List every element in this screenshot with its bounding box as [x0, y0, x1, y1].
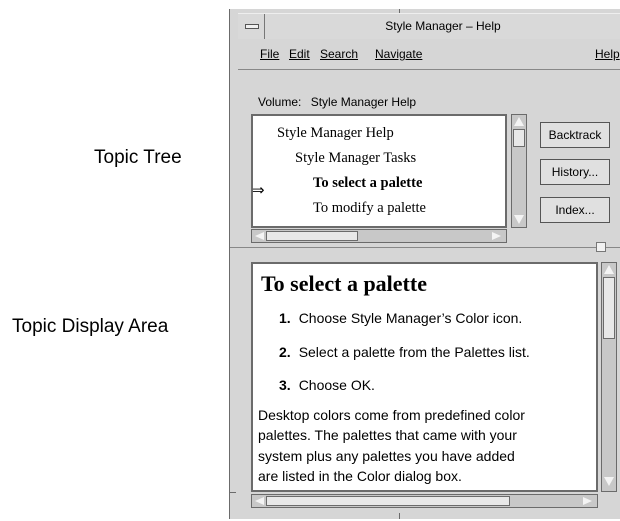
tree-item-style-manager-help[interactable]: Style Manager Help — [277, 125, 394, 142]
triangle-right-icon[interactable] — [583, 497, 592, 505]
help-window: Style Manager – Help File Edit Search Na… — [229, 9, 620, 519]
backtrack-button[interactable]: Backtrack — [540, 122, 610, 148]
step-text: Select a palette from the Palettes list. — [298, 344, 530, 360]
tree-item-to-select-a-palette[interactable]: To select a palette — [313, 175, 422, 192]
step-item: 3. Choose OK. — [279, 377, 375, 393]
paragraph-line: Desktop colors come from predefined colo… — [258, 407, 525, 423]
triangle-down-icon[interactable] — [514, 215, 524, 224]
menu-bar: File Edit Search Navigate Help — [238, 39, 620, 70]
tree-horizontal-thumb[interactable] — [266, 231, 358, 241]
topic-tree[interactable]: Style Manager Help Style Manager Tasks T… — [251, 114, 507, 228]
display-vertical-scrollbar[interactable] — [601, 262, 617, 492]
paragraph-line: palettes. The palettes that came with yo… — [258, 427, 517, 443]
step-text: Choose Style Manager’s Color icon. — [298, 310, 523, 326]
frame-resize-tick[interactable] — [399, 513, 400, 519]
menu-edit[interactable]: Edit — [289, 47, 310, 61]
index-button[interactable]: Index... — [540, 197, 610, 223]
window-title: Style Manager – Help — [385, 19, 501, 33]
title-bar[interactable]: Style Manager – Help — [238, 13, 620, 40]
menu-file[interactable]: File — [260, 47, 279, 61]
volume-label: Volume: — [258, 95, 302, 109]
menu-search[interactable]: Search — [320, 47, 358, 61]
volume-name: Style Manager Help — [310, 95, 417, 109]
display-vertical-thumb[interactable] — [603, 277, 615, 339]
paragraph-line: are listed in the Color dialog box. — [258, 468, 462, 484]
step-number: 1. — [279, 310, 291, 326]
menu-help[interactable]: Help — [595, 47, 620, 61]
triangle-left-icon[interactable] — [255, 232, 264, 240]
step-item: 2. Select a palette from the Palettes lis… — [279, 344, 530, 360]
topic-tree-callout: Topic Tree — [94, 147, 182, 168]
volume-line: Volume: Style Manager Help — [258, 95, 416, 109]
triangle-right-icon[interactable] — [492, 232, 501, 240]
triangle-down-icon[interactable] — [604, 477, 614, 486]
tree-vertical-scrollbar[interactable] — [511, 114, 527, 228]
menu-navigate[interactable]: Navigate — [375, 47, 422, 61]
tree-item-to-modify-a-palette[interactable]: To modify a palette — [313, 200, 426, 217]
topic-title: To select a palette — [261, 271, 427, 296]
step-text: Choose OK. — [298, 377, 375, 393]
tree-horizontal-scrollbar[interactable] — [251, 229, 507, 243]
window-menu-icon[interactable] — [238, 14, 265, 39]
step-item: 1. Choose Style Manager’s Color icon. — [279, 310, 522, 326]
triangle-up-icon[interactable] — [604, 265, 614, 274]
arrow-right-icon: ⇒ — [252, 181, 265, 199]
tree-item-style-manager-tasks[interactable]: Style Manager Tasks — [295, 150, 416, 167]
step-number: 3. — [279, 377, 291, 393]
paragraph-line: system plus any palettes you have added — [258, 448, 515, 464]
display-horizontal-scrollbar[interactable] — [251, 494, 598, 508]
frame-resize-tick[interactable] — [230, 492, 236, 493]
topic-display-area[interactable]: To select a palette 1. Choose Style Manag… — [251, 262, 598, 492]
history-button[interactable]: History... — [540, 159, 610, 185]
triangle-up-icon[interactable] — [514, 117, 524, 126]
pane-sash[interactable] — [596, 242, 606, 252]
topic-display-area-callout: Topic Display Area — [12, 316, 169, 337]
pane-separator — [230, 247, 620, 248]
display-horizontal-thumb[interactable] — [266, 496, 510, 506]
step-number: 2. — [279, 344, 291, 360]
triangle-left-icon[interactable] — [255, 497, 264, 505]
tree-vertical-thumb[interactable] — [513, 129, 525, 147]
